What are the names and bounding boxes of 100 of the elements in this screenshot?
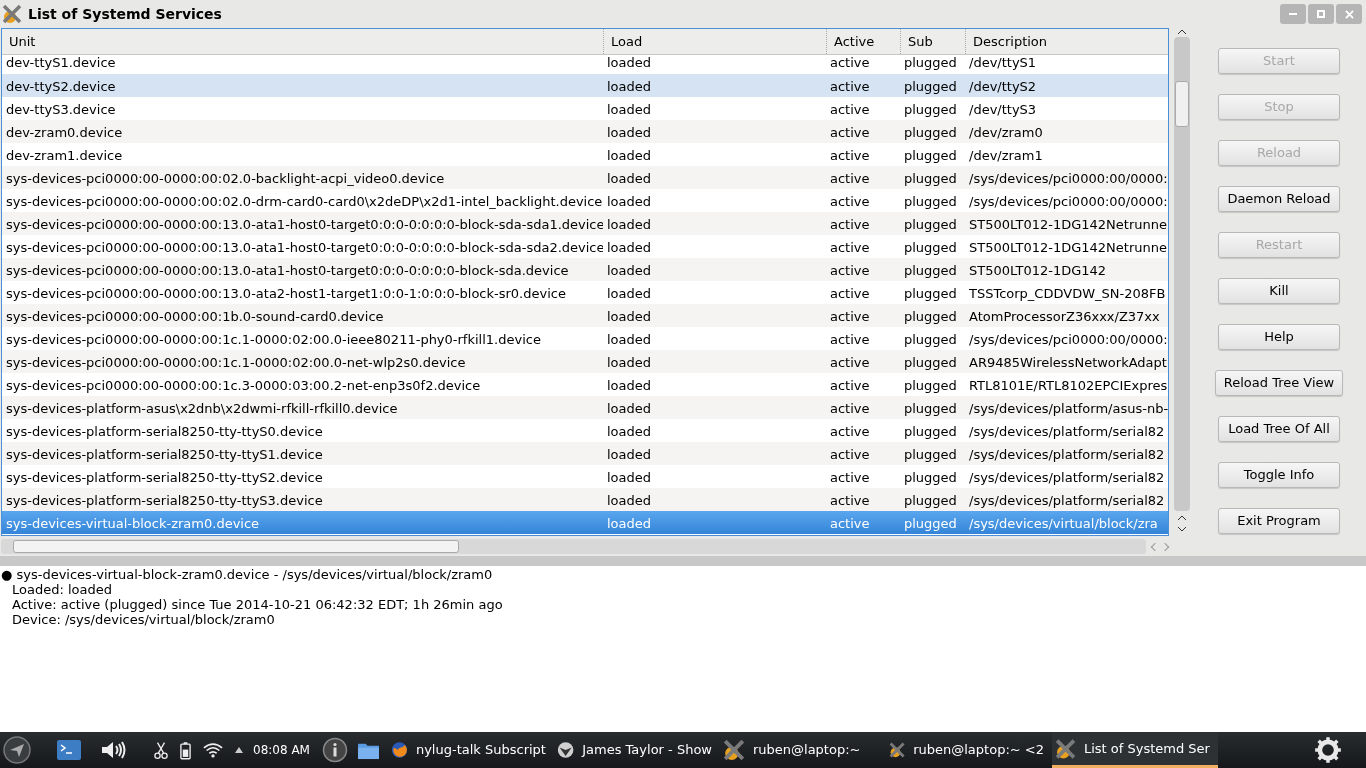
table-cell-text: /sys/devices/platform/serial82 [968,469,1165,485]
table-row[interactable]: sys-devices-platform-asus\x2dnb\x2dwmi-rfkill-rfkill0.device loaded active plugged /sys/devices/platform/asus-nb- [2,396,1168,419]
table-cell-text: loaded [606,124,652,140]
table-cell-text: plugged [903,377,957,393]
table-row[interactable]: sys-devices-pci0000:00-0000:00:1b.0-sound-card0.device loaded active plugged AtomProcessorZ36xxx/Z37xx [2,304,1168,327]
action-button[interactable]: Exit Program [1218,508,1340,534]
taskbar-task[interactable]: ruben@laptop:~ [719,732,886,768]
table-cell-text: RTL8101E/RTL8102EPCIExpres [968,377,1168,393]
table-cell-text: active [829,423,870,439]
table-row[interactable]: sys-devices-platform-serial8250-tty-ttyS1.device loaded active plugged /sys/devices/platform/serial82 [2,442,1168,465]
action-button[interactable]: Help [1218,324,1340,350]
table-cell-text: plugged [903,78,957,94]
start-menu-icon[interactable] [2,735,32,765]
table-cell-text: plugged [903,400,957,416]
table-row[interactable]: sys-devices-pci0000:00-0000:00:1c.1-0000:02:00.0-net-wlp2s0.device loaded active plugged AR9485WirelessNetworkAdapt [2,350,1168,373]
scissors-icon[interactable] [154,740,168,760]
volume-icon[interactable] [100,739,128,761]
table-cell-text: loaded [606,285,652,301]
info-icon[interactable] [321,737,348,763]
table-cell-text: loaded [606,331,652,347]
column-header[interactable]: Unit [2,29,603,54]
info-line: Loaded: loaded [11,582,112,597]
table-cell-text: ST500LT012-1DG142Netrunne [968,239,1167,255]
clock[interactable]: 08:08 AM [253,741,310,759]
column-header[interactable]: Description [965,29,1168,54]
table-cell-text: active [829,400,870,416]
table-cell-text: dev-ttyS3.device [5,101,116,117]
table-cell-text: active [829,216,870,232]
table-cell-text: /dev/ttyS1 [968,55,1037,70]
horizontal-scrollbar[interactable] [1,539,1146,554]
table-cell-text: loaded [606,170,652,186]
battery-icon[interactable] [180,740,191,760]
table-cell-text: /sys/devices/platform/asus-nb- [968,400,1168,416]
table-cell-text: active [829,285,870,301]
table-row[interactable]: dev-ttyS2.device loaded active plugged /dev/ttyS2 [2,74,1168,97]
expand-tray-icon[interactable] [235,747,243,753]
table-row[interactable]: sys-devices-pci0000:00-0000:00:13.0-ata1-host0-target0:0:0-0:0:0:0-block-sda.device loaded active plugged ST500LT012-1DG142 [2,258,1168,281]
column-header[interactable]: Sub [900,29,965,54]
action-button[interactable]: Toggle Info [1218,462,1340,488]
table-cell-text: active [829,262,870,278]
table-cell-text: sys-devices-pci0000:00-0000:00:13.0-ata1-host0-target0:0:0-0:0:0:0-block-sda-sda2.device [5,239,603,255]
table-cell-text: /sys/devices/pci0000:00/0000: [968,170,1168,186]
table-cell-text: loaded [606,308,652,324]
table-cell-text: dev-ttyS1.device [5,55,116,70]
table-cell-text: plugged [903,216,957,232]
splitter-handle[interactable] [0,556,1366,566]
table-cell-text: loaded [606,492,652,508]
table-cell-text: sys-devices-platform-asus\x2dnb\x2dwmi-rfkill-rfkill0.device [5,400,398,416]
table-cell-text: /sys/devices/platform/serial82 [968,492,1165,508]
action-button[interactable]: Daemon Reload [1218,186,1340,212]
table-cell-text: plugged [903,285,957,301]
table-cell-text: plugged [903,262,957,278]
table-row[interactable]: sys-devices-platform-serial8250-tty-ttyS3.device loaded active plugged /sys/devices/platform/serial82 [2,488,1168,511]
info-line: Active: active (plugged) since Tue 2014-10-21 06:42:32 EDT; 1h 26min ago [11,597,503,612]
action-button[interactable]: Load Tree Of All [1218,416,1340,442]
wifi-icon[interactable] [203,741,223,759]
table-cell-text: loaded [606,515,652,531]
table-cell-text: loaded [606,239,652,255]
table-row[interactable]: sys-devices-pci0000:00-0000:00:02.0-backlight-acpi_video0.device loaded active plugged /sys/devices/pci0000:00/0000: [2,166,1168,189]
table-cell-text: sys-devices-pci0000:00-0000:00:02.0-backlight-acpi_video0.device [5,170,445,186]
globe-icon [556,740,575,760]
x-logo-icon [1054,737,1076,760]
table-cell-text: ST500LT012-1DG142 [968,262,1107,278]
table-cell-text: /sys/devices/pci0000:00/0000: [968,193,1168,209]
table-cell-text: /dev/ttyS2 [968,78,1037,94]
table-cell-text: TSSTcorp_CDDVDW_SN-208FB [968,285,1166,301]
table-cell-text: plugged [903,193,957,209]
table-row[interactable]: sys-devices-pci0000:00-0000:00:13.0-ata1-host0-target0:0:0-0:0:0:0-block-sda-sda1.device loaded active plugged ST500LT012-1DG142Netrunne [2,212,1168,235]
table-cell-text: sys-devices-platform-serial8250-tty-ttyS1.device [5,446,323,462]
table-row[interactable]: dev-zram0.device loaded active plugged /dev/zram0 [2,120,1168,143]
column-header[interactable]: Active [826,29,900,54]
info-line: Device: /sys/devices/virtual/block/zram0 [11,612,275,627]
table-cell-text: active [829,170,870,186]
table-cell-text: plugged [903,147,957,163]
table-cell-text: active [829,78,870,94]
terminal-icon[interactable] [56,739,82,761]
vertical-scrollbar[interactable] [1174,37,1190,511]
table-cell-text: plugged [903,492,957,508]
taskbar-task[interactable]: ruben@laptop:~ <2 [885,732,1052,768]
table-cell-text: plugged [903,124,957,140]
table-cell-text: plugged [903,101,957,117]
table-cell-text: plugged [903,469,957,485]
scroll-down-icon[interactable] [1177,526,1187,532]
table-cell-text: dev-ttyS2.device [5,78,116,94]
table-cell-text: active [829,101,870,117]
taskbar-task[interactable]: nylug-talk Subscript [387,732,554,768]
table-cell-text: active [829,124,870,140]
column-header[interactable]: Load [603,29,826,54]
action-button[interactable]: Kill [1218,278,1340,304]
action-button[interactable]: Reload Tree View [1214,370,1344,396]
taskbar-task[interactable]: James Taylor - Show [553,732,720,768]
table-cell-text: active [829,239,870,255]
taskbar-task[interactable]: List of Systemd Ser [1051,732,1218,768]
table-cell-text: plugged [903,308,957,324]
table-cell-text: loaded [606,78,652,94]
scroll-up-icon[interactable] [1177,515,1187,521]
table-cell-text: active [829,492,870,508]
scroll-up-icon[interactable] [1177,29,1187,35]
settings-icon[interactable] [1314,736,1342,764]
table-cell-text: dev-zram1.device [5,147,123,163]
